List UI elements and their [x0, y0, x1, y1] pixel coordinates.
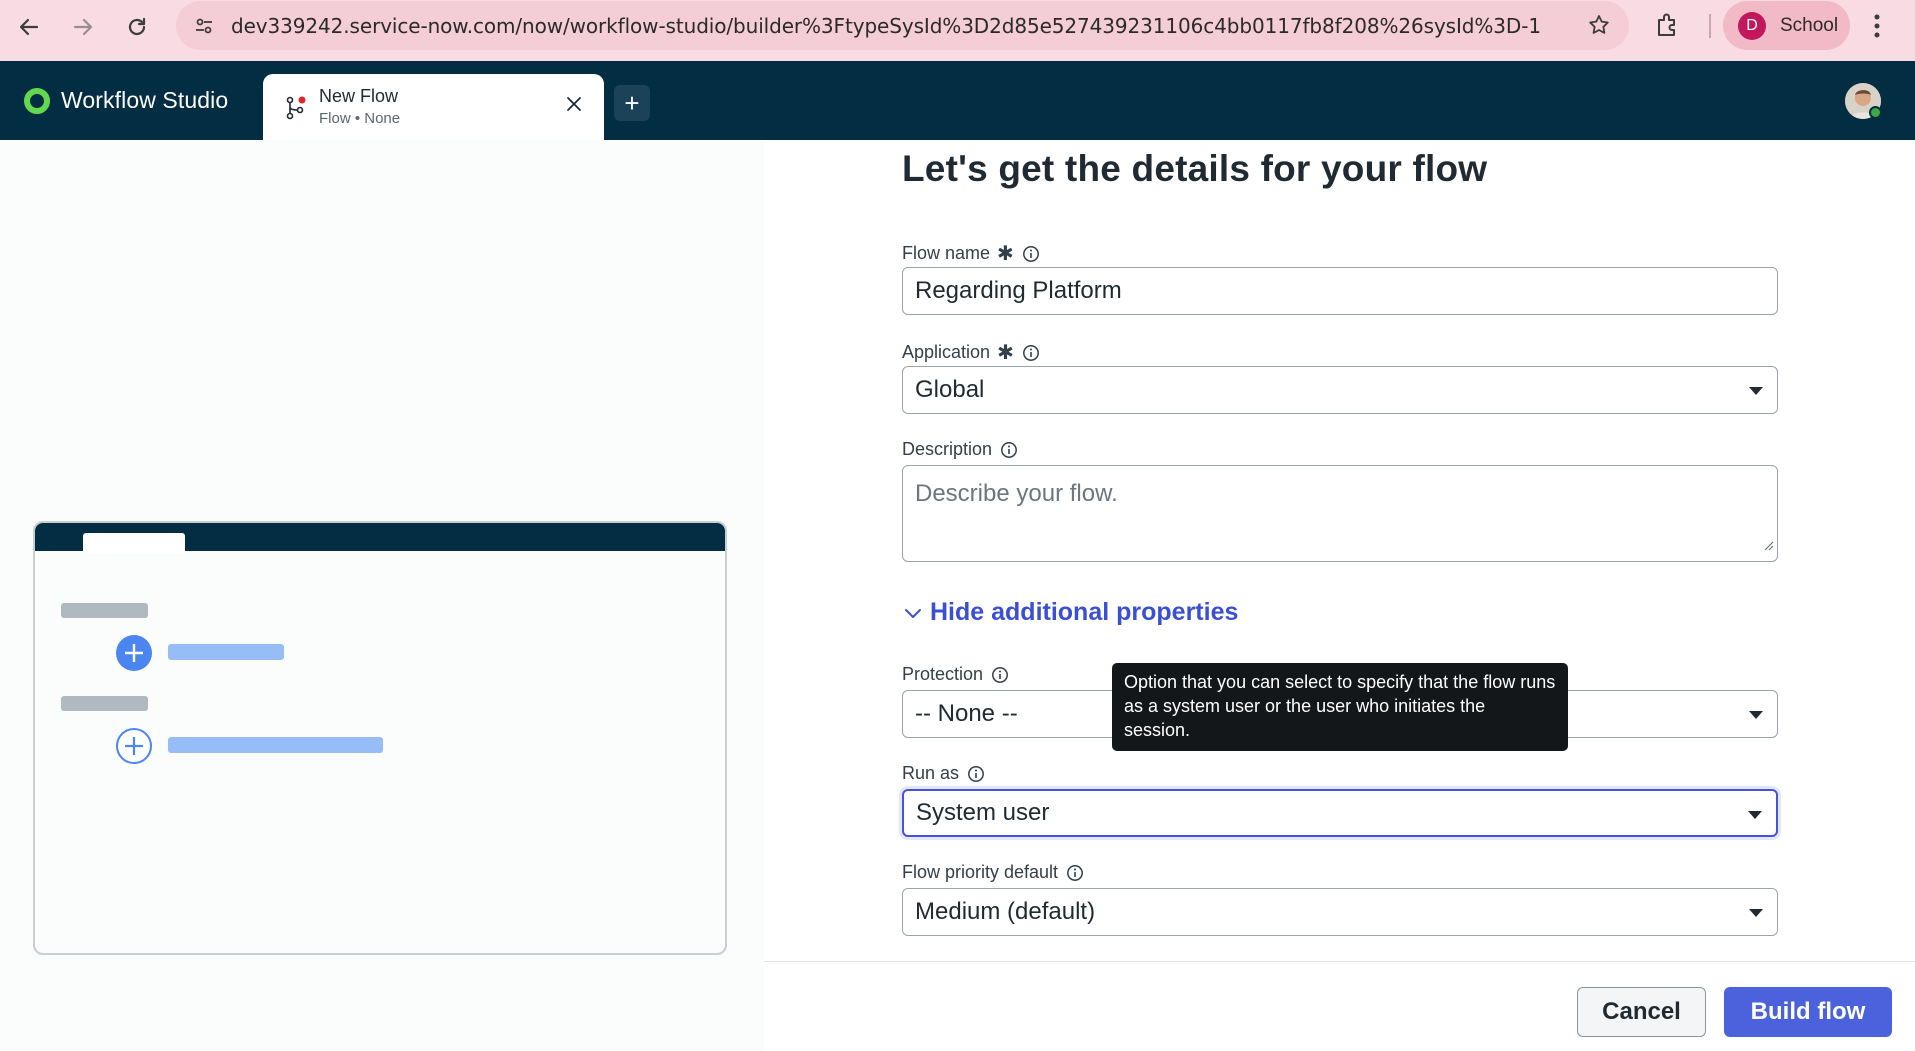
flow-priority-select[interactable]: Medium (default) — [902, 888, 1778, 936]
toolbar-divider — [1709, 14, 1711, 38]
add-circle-outline-icon — [116, 728, 152, 764]
profile-label: School — [1780, 14, 1839, 36]
flow-name-label: Flow name ✱ — [902, 241, 1040, 266]
dropdown-caret-icon — [1748, 811, 1762, 819]
description-placeholder: Describe your flow. — [915, 480, 1118, 507]
resize-grip-icon[interactable] — [1762, 530, 1774, 558]
app-brand[interactable]: Workflow Studio — [24, 87, 228, 114]
flow-priority-label-text: Flow priority default — [902, 862, 1059, 882]
illustration-placeholder-bar — [61, 603, 148, 618]
required-asterisk: ✱ — [997, 342, 1014, 364]
illustration-panel — [0, 140, 764, 1051]
run-as-label: Run as — [902, 763, 985, 784]
profile-avatar: D — [1738, 11, 1766, 40]
description-textarea[interactable]: Describe your flow. — [902, 465, 1778, 562]
illustration-action-bar — [168, 644, 284, 660]
application-value: Global — [915, 376, 985, 403]
protection-value: -- None -- — [915, 700, 1018, 727]
description-label: Description — [902, 439, 1018, 460]
dropdown-caret-icon — [1749, 387, 1763, 395]
protection-label-text: Protection — [902, 664, 984, 684]
run-as-value: System user — [916, 799, 1050, 826]
info-icon[interactable] — [1022, 344, 1040, 362]
info-icon[interactable] — [967, 765, 985, 783]
flow-name-label-text: Flow name — [902, 243, 991, 263]
add-circle-filled-icon — [116, 635, 152, 671]
application-label: Application ✱ — [902, 340, 1040, 365]
illustration-action-bar — [168, 737, 383, 753]
more-menu-icon[interactable] — [1872, 12, 1882, 45]
site-settings-icon[interactable] — [190, 12, 218, 40]
run-as-select[interactable]: System user — [902, 789, 1778, 837]
build-flow-button[interactable]: Build flow — [1724, 987, 1892, 1037]
protection-label: Protection — [902, 664, 1009, 685]
close-tab-icon[interactable] — [566, 96, 582, 117]
info-icon[interactable] — [991, 666, 1009, 684]
app-header: Workflow Studio New Flow Flow • None + — [0, 61, 1915, 140]
online-status-indicator — [1869, 106, 1882, 119]
dropdown-caret-icon — [1749, 909, 1763, 917]
illustration-placeholder-bar — [61, 696, 148, 711]
info-icon[interactable] — [1022, 245, 1040, 263]
flow-icon — [285, 96, 307, 125]
dropdown-caret-icon — [1749, 711, 1763, 719]
flow-priority-value: Medium (default) — [915, 898, 1096, 925]
extensions-puzzle-icon[interactable] — [1654, 11, 1682, 44]
required-asterisk: ✱ — [997, 243, 1014, 265]
flow-priority-label: Flow priority default — [902, 862, 1084, 883]
tab-new-flow[interactable]: New Flow Flow • None — [263, 74, 604, 140]
browser-toolbar: dev339242.service-now.com/now/workflow-s… — [0, 0, 1915, 61]
info-icon[interactable] — [1000, 441, 1018, 459]
reload-icon[interactable] — [120, 10, 154, 44]
back-arrow-icon[interactable] — [12, 10, 46, 44]
run-as-label-text: Run as — [902, 763, 960, 783]
profile-button[interactable]: D School — [1723, 1, 1850, 50]
run-as-tooltip: Option that you can select to specify th… — [1112, 663, 1568, 751]
app-title: Workflow Studio — [61, 87, 229, 113]
application-select[interactable]: Global — [902, 366, 1778, 414]
info-icon[interactable] — [1066, 864, 1084, 882]
description-label-text: Description — [902, 439, 993, 459]
forward-arrow-icon[interactable] — [66, 10, 100, 44]
add-tab-button[interactable]: + — [614, 85, 650, 121]
address-bar[interactable]: dev339242.service-now.com/now/workflow-s… — [176, 1, 1629, 50]
cancel-button[interactable]: Cancel — [1577, 987, 1706, 1037]
servicenow-logo-icon — [24, 87, 50, 114]
hide-additional-properties-toggle[interactable]: Hide additional properties — [902, 598, 1238, 627]
illustration-tab — [83, 533, 185, 553]
flow-illustration — [33, 521, 727, 955]
toggle-label: Hide additional properties — [930, 598, 1239, 626]
page-title: Let's get the details for your flow — [902, 148, 1488, 189]
tab-subtitle: Flow • None — [319, 110, 401, 127]
chevron-down-icon — [902, 602, 924, 624]
flow-name-field[interactable]: Regarding Platform — [902, 267, 1778, 315]
application-label-text: Application — [902, 342, 991, 362]
url-text[interactable]: dev339242.service-now.com/now/workflow-s… — [231, 14, 1541, 38]
tab-title: New Flow — [319, 86, 399, 106]
bookmark-star-icon[interactable] — [1587, 13, 1611, 42]
